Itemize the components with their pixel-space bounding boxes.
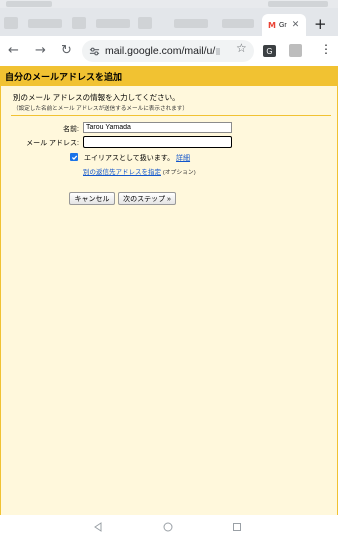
back-icon[interactable]: ← (8, 43, 19, 59)
back-nav-icon[interactable] (93, 522, 103, 532)
reply-to-row: 別の返信先アドレスを指定 (オプション) (83, 166, 196, 176)
email-input[interactable] (83, 136, 232, 148)
tab-favicon (138, 17, 152, 29)
tab-strip: M Gr ✕ + (0, 8, 338, 36)
tab-blur (174, 19, 208, 28)
cancel-button[interactable]: キャンセル (69, 192, 115, 205)
tab-gmail[interactable]: M Gr ✕ (262, 14, 306, 36)
home-nav-icon[interactable] (163, 522, 173, 532)
alias-row: エイリアスとして扱います。 詳細 (84, 153, 190, 163)
tab-favicon (72, 17, 86, 29)
checkmark-icon (71, 155, 77, 160)
extension-icon[interactable] (289, 44, 302, 57)
forward-icon[interactable]: → (35, 43, 46, 59)
details-link[interactable]: 詳細 (176, 155, 190, 162)
more-options-icon[interactable]: ⋮ (320, 43, 332, 55)
divider (11, 115, 331, 116)
intro: 別のメール アドレスの情報を入力してください。 （設定した名前とメール アドレス… (1, 86, 337, 112)
browser-toolbar: ← → ↻ mail.google.com/mail/u/ ☆ G ⋮ (0, 36, 338, 66)
recents-nav-icon[interactable] (232, 522, 242, 532)
tab-blur (222, 19, 254, 28)
status-blur (268, 1, 328, 7)
translate-icon[interactable]: G (263, 45, 276, 57)
close-icon[interactable]: ✕ (292, 20, 300, 30)
gmail-icon: M (268, 20, 276, 30)
alias-checkbox[interactable] (70, 153, 78, 161)
tab-favicon (4, 17, 18, 29)
url-blur (216, 47, 220, 55)
star-icon[interactable]: ☆ (236, 41, 247, 55)
dialog-title: 自分のメールアドレスを追加 (1, 66, 337, 86)
system-nav-bar (0, 515, 338, 540)
translate-label: G (266, 46, 273, 56)
name-input[interactable] (83, 122, 232, 133)
reply-to-link[interactable]: 別の返信先アドレスを指定 (83, 169, 161, 176)
background-tabs[interactable] (0, 14, 260, 32)
new-tab-button[interactable]: + (314, 17, 327, 32)
reload-icon[interactable]: ↻ (61, 43, 72, 59)
site-info-icon[interactable] (89, 46, 100, 57)
email-label: メール アドレス: (26, 140, 79, 147)
tab-blur (28, 19, 62, 28)
next-step-button[interactable]: 次のステップ » (118, 192, 176, 205)
url-text[interactable]: mail.google.com/mail/u/ (105, 45, 220, 57)
tab-blur (96, 19, 130, 28)
status-blur (6, 1, 52, 7)
tab-title: Gr (278, 21, 287, 29)
name-label: 名前: (63, 126, 79, 133)
intro-title: 別のメール アドレスの情報を入力してください。 (13, 93, 180, 102)
add-address-dialog: 自分のメールアドレスを追加 別のメール アドレスの情報を入力してください。 （設… (0, 66, 338, 515)
intro-subtitle: （設定した名前とメール アドレスが送信するメールに表示されます） (13, 106, 188, 112)
alias-label: エイリアスとして扱います。 (84, 155, 175, 162)
optional-note: (オプション) (162, 170, 196, 176)
address-bar[interactable]: mail.google.com/mail/u/ (82, 40, 254, 62)
status-bar (0, 0, 338, 8)
